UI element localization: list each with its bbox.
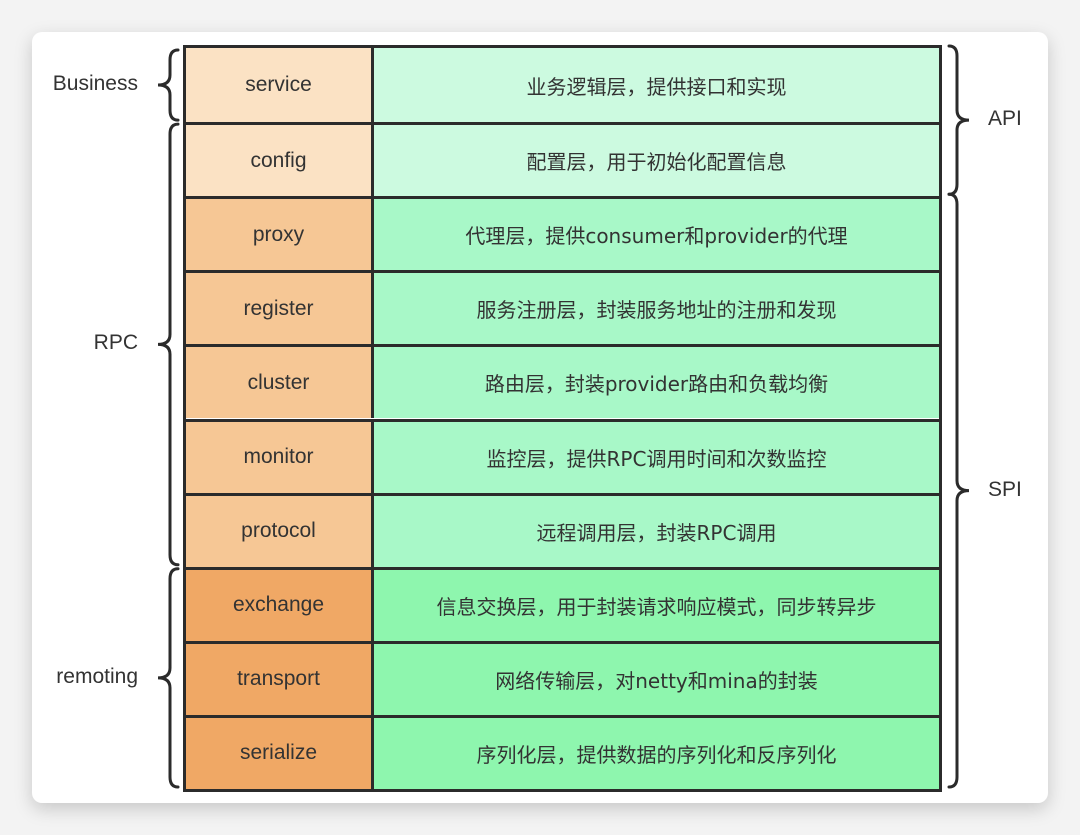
group-brackets [157,44,970,789]
left-brace-business [157,48,180,122]
right-brace-spi [947,192,970,789]
group-label-business: Business [52,72,138,96]
group-label-api: API [988,107,1022,131]
group-label-remoting: remoting [56,664,138,688]
left-brace-rpc [157,122,180,567]
left-brace-remoting [157,567,180,789]
group-label-rpc: RPC [93,331,138,355]
group-label-spi: SPI [988,477,1022,501]
right-brace-api [947,44,970,196]
